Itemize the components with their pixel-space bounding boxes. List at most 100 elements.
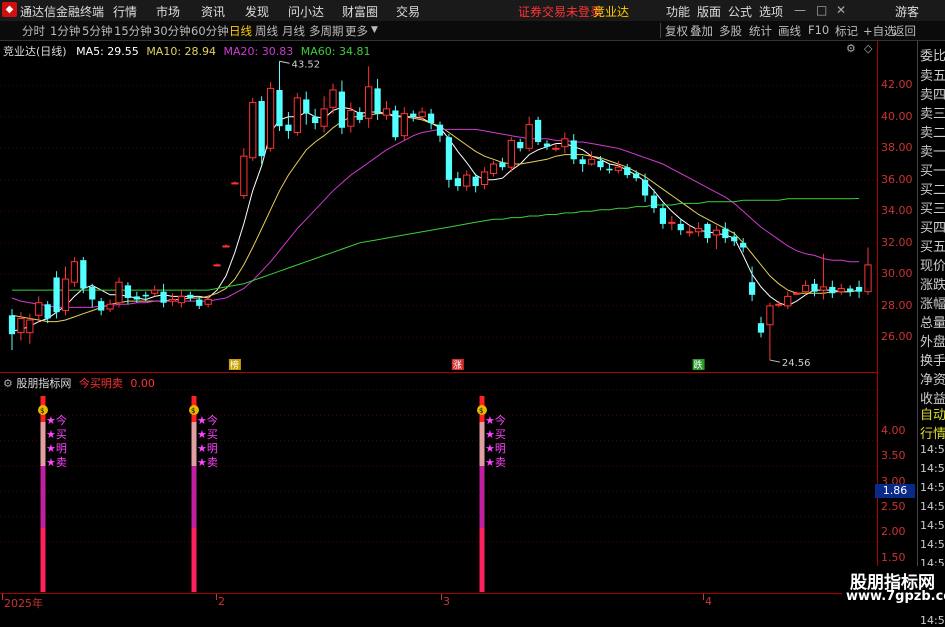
collapse-icon[interactable]: ◇	[864, 42, 872, 55]
candle[interactable]	[365, 66, 373, 128]
sidebar-item[interactable]: 换手	[920, 350, 945, 369]
candle[interactable]	[864, 247, 872, 295]
period-weekly[interactable]: 周线	[255, 23, 278, 39]
sidebar-item[interactable]: 14:56	[920, 500, 945, 513]
sidebar-item[interactable]: 卖一	[920, 141, 945, 160]
candle[interactable]	[748, 266, 756, 302]
candle[interactable]	[731, 231, 738, 246]
settings-icon[interactable]: ⚙	[846, 42, 856, 55]
candle[interactable]	[436, 121, 444, 142]
candle[interactable]	[338, 80, 346, 135]
period-more[interactable]: 更多	[345, 23, 368, 39]
candle[interactable]	[775, 301, 783, 308]
sidebar-item[interactable]: 卖二	[920, 122, 945, 141]
candle[interactable]	[722, 222, 729, 243]
sidebar-item[interactable]: 涨跌	[920, 274, 945, 293]
sidebar-item[interactable]: 买二	[920, 179, 945, 198]
sidebar-item[interactable]: 外盘	[920, 331, 945, 350]
candle[interactable]	[35, 296, 43, 322]
sidebar-item[interactable]: 卖五	[920, 65, 945, 84]
sidebar-item[interactable]: 14:56	[920, 481, 945, 494]
candle[interactable]	[400, 107, 408, 141]
sidebar-item[interactable]: 14:56	[920, 462, 945, 475]
candle[interactable]	[829, 280, 836, 298]
candle[interactable]	[44, 301, 51, 324]
btn-diejia[interactable]: 叠加	[690, 23, 713, 39]
candle[interactable]	[142, 291, 149, 302]
candle[interactable]	[694, 222, 703, 237]
menu-zixun[interactable]: 资讯	[201, 3, 225, 20]
candle[interactable]	[633, 170, 640, 182]
sidebar-item[interactable]: 卖四	[920, 84, 945, 103]
sidebar-item[interactable]: 行情	[920, 423, 945, 442]
period-daily[interactable]: 日线	[229, 23, 252, 39]
sidebar-item[interactable]: 14:56	[920, 538, 945, 551]
candle[interactable]	[410, 110, 417, 122]
btn-back[interactable]: 返回	[893, 23, 916, 39]
sidebar-item[interactable]: 总量	[920, 312, 945, 331]
indicator-chart[interactable]: $★今★买★明★卖$★今★买★明★卖$★今★买★明★卖	[0, 374, 877, 592]
btn-biaoji[interactable]: 标记	[835, 23, 858, 39]
close-icon[interactable]: ✕	[836, 3, 846, 17]
candle[interactable]	[712, 225, 721, 250]
candle[interactable]	[168, 293, 177, 306]
candle[interactable]	[517, 138, 524, 152]
sidebar-item[interactable]: 买五	[920, 236, 945, 255]
candle[interactable]	[668, 216, 676, 231]
sidebar-item[interactable]: 卖三	[920, 103, 945, 122]
candle[interactable]	[231, 181, 239, 185]
menu-faxian[interactable]: 发现	[245, 3, 269, 20]
candle[interactable]	[801, 280, 810, 295]
candle[interactable]	[80, 257, 87, 294]
candle[interactable]	[677, 219, 684, 235]
candle[interactable]	[427, 108, 435, 130]
sidebar-item[interactable]: 净资	[920, 369, 945, 388]
candle[interactable]	[98, 297, 105, 316]
candle[interactable]	[347, 102, 355, 133]
candle[interactable]	[847, 285, 854, 297]
candle[interactable]	[704, 222, 711, 243]
candle[interactable]	[837, 283, 845, 295]
candle[interactable]	[445, 134, 453, 188]
candle[interactable]	[570, 134, 577, 165]
candle[interactable]	[89, 283, 96, 308]
candle[interactable]	[507, 137, 515, 172]
period-fenshi[interactable]: 分时	[22, 23, 45, 39]
period-30min[interactable]: 30分钟	[153, 23, 191, 39]
candle[interactable]	[285, 112, 292, 139]
btn-f10[interactable]: F10	[808, 23, 829, 37]
period-1min[interactable]: 1分钟	[50, 23, 80, 39]
sidebar-item[interactable]: 14:56	[920, 614, 945, 627]
sidebar-item[interactable]: 委比	[920, 45, 945, 64]
sidebar-item[interactable]: 买四	[920, 217, 945, 236]
candle[interactable]	[266, 82, 275, 152]
menu-wenxiaoda[interactable]: 问小达	[288, 3, 324, 20]
minimize-icon[interactable]: —	[794, 3, 806, 17]
period-5min[interactable]: 5分钟	[82, 23, 112, 39]
btn-tongji[interactable]: 统计	[749, 23, 772, 39]
buy-sell-signal[interactable]: $★今★买★明★卖	[189, 396, 218, 592]
menu-gongneng[interactable]: 功能	[666, 3, 690, 20]
notice-stock-link[interactable]: 竞业达	[593, 3, 629, 20]
menu-gongshi[interactable]: 公式	[728, 3, 752, 20]
btn-fuquan[interactable]: 复权	[665, 23, 688, 39]
candle[interactable]	[312, 108, 319, 130]
period-15min[interactable]: 15分钟	[114, 23, 152, 39]
btn-huaxian[interactable]: 画线	[778, 23, 801, 39]
candle[interactable]	[489, 160, 498, 177]
candle[interactable]	[356, 107, 363, 124]
maximize-icon[interactable]: □	[816, 3, 827, 17]
buy-sell-signal[interactable]: $★今★买★明★卖	[477, 396, 506, 592]
candle[interactable]	[187, 291, 194, 302]
candle[interactable]	[392, 105, 399, 141]
sidebar-item[interactable]: 14:56	[920, 443, 945, 456]
candle[interactable]	[757, 316, 765, 338]
btn-add-watchlist[interactable]: +自选	[863, 23, 896, 39]
login-notice[interactable]: 证券交易未登录	[518, 3, 602, 20]
period-60min[interactable]: 60分钟	[191, 23, 229, 39]
menu-jiaoyi[interactable]: 交易	[396, 3, 420, 20]
menu-xuanxiang[interactable]: 选项	[759, 3, 783, 20]
candle[interactable]	[151, 285, 159, 297]
sidebar-item[interactable]: 买一	[920, 160, 945, 179]
candle[interactable]	[53, 271, 60, 319]
